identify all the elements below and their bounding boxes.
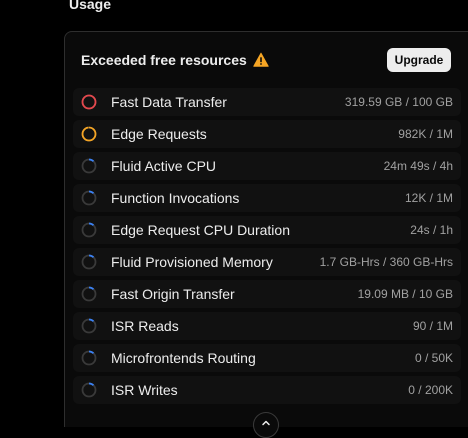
- resource-label: ISR Reads: [111, 318, 179, 334]
- card-title: Exceeded free resources: [81, 52, 247, 68]
- resource-label: Edge Requests: [111, 126, 207, 142]
- resource-value: 90 / 1M: [412, 319, 453, 333]
- card-title-wrap: Exceeded free resources: [81, 51, 269, 69]
- resource-row[interactable]: Edge Request CPU Duration 24s / 1h: [73, 216, 461, 244]
- resource-label: Function Invocations: [111, 190, 240, 206]
- usage-progress-ring-icon: [81, 190, 97, 206]
- resource-value: 19.09 MB / 10 GB: [357, 287, 453, 301]
- resource-value: 1.7 GB-Hrs / 360 GB-Hrs: [319, 255, 453, 269]
- usage-progress-arc: [81, 126, 97, 142]
- resource-value: 0 / 200K: [408, 383, 453, 397]
- resource-list: Fast Data Transfer 319.59 GB / 100 GB Edge…: [73, 88, 461, 408]
- usage-progress-ring-icon: [81, 318, 97, 334]
- resource-row[interactable]: Fast Data Transfer 319.59 GB / 100 GB: [73, 88, 461, 116]
- resource-label: Edge Request CPU Duration: [111, 222, 290, 238]
- resource-row[interactable]: ISR Writes 0 / 200K: [73, 376, 461, 404]
- resource-row[interactable]: Microfrontends Routing 0 / 50K: [73, 344, 461, 372]
- upgrade-button[interactable]: Upgrade: [387, 48, 451, 72]
- resource-label: Microfrontends Routing: [111, 350, 256, 366]
- resource-label: Fast Data Transfer: [111, 94, 227, 110]
- resource-row[interactable]: Function Invocations 12K / 1M: [73, 184, 461, 212]
- resource-label: Fluid Provisioned Memory: [111, 254, 273, 270]
- chevron-up-icon: [260, 416, 272, 434]
- resource-row[interactable]: Fluid Provisioned Memory 1.7 GB-Hrs / 360…: [73, 248, 461, 276]
- usage-progress-arc: [81, 94, 97, 110]
- resource-value: 319.59 GB / 100 GB: [344, 95, 453, 109]
- resource-value: 12K / 1M: [404, 191, 453, 205]
- usage-progress-ring-icon: [81, 222, 97, 238]
- resource-label: Fluid Active CPU: [111, 158, 217, 174]
- usage-card: Exceeded free resources Upgrade Fast Dat…: [64, 31, 468, 427]
- usage-progress-ring-icon: [81, 382, 97, 398]
- resource-value: 24m 49s / 4h: [383, 159, 453, 173]
- card-header: Exceeded free resources Upgrade: [65, 32, 468, 88]
- usage-progress-ring-icon: [81, 158, 97, 174]
- collapse-button[interactable]: [253, 412, 279, 438]
- resource-row[interactable]: Edge Requests 982K / 1M: [73, 120, 461, 148]
- resource-row[interactable]: Fluid Active CPU 24m 49s / 4h: [73, 152, 461, 180]
- resource-label: Fast Origin Transfer: [111, 286, 235, 302]
- usage-progress-ring-icon: [81, 126, 97, 142]
- resource-row[interactable]: Fast Origin Transfer 19.09 MB / 10 GB: [73, 280, 461, 308]
- resource-value: 24s / 1h: [410, 223, 453, 237]
- resource-row[interactable]: ISR Reads 90 / 1M: [73, 312, 461, 340]
- usage-progress-ring-icon: [81, 94, 97, 110]
- resource-value: 0 / 50K: [414, 351, 453, 365]
- usage-progress-ring-icon: [81, 254, 97, 270]
- section-title: Usage: [69, 0, 112, 12]
- usage-progress-ring-icon: [81, 350, 97, 366]
- resource-value: 982K / 1M: [398, 127, 453, 141]
- resource-label: ISR Writes: [111, 382, 178, 398]
- usage-progress-ring-icon: [81, 286, 97, 302]
- warning-triangle-icon: [253, 52, 269, 68]
